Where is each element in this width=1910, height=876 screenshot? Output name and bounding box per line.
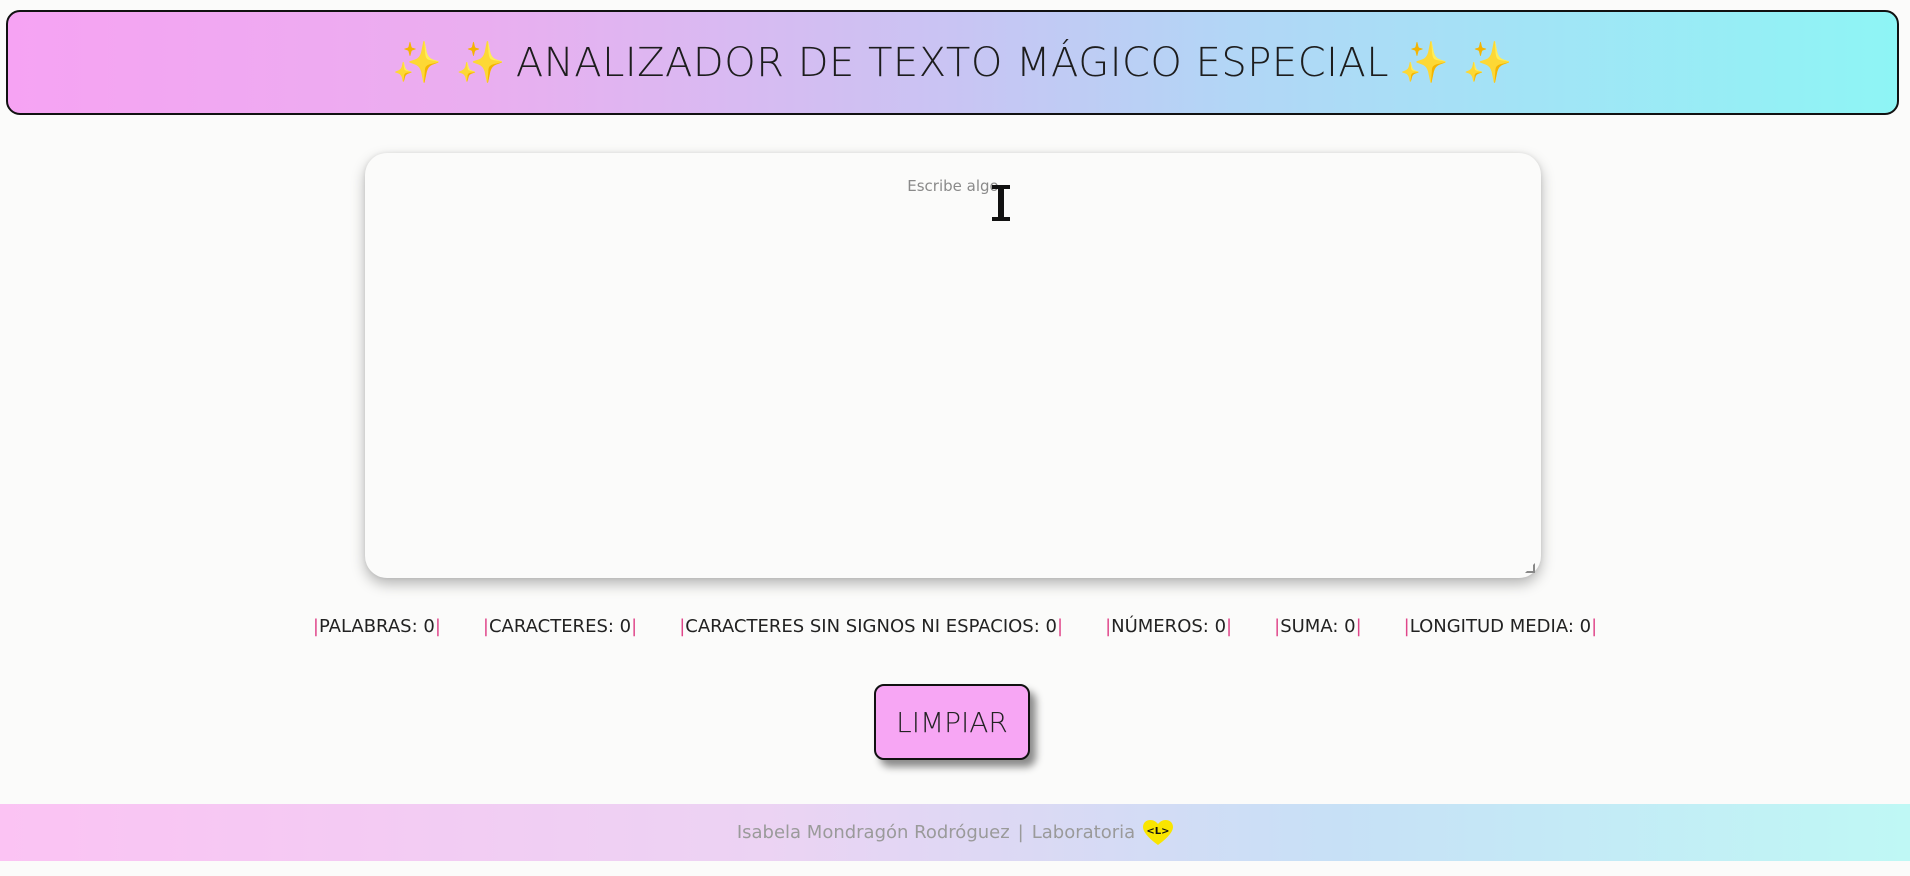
sparkles-left-icon: ✨ ✨: [392, 40, 506, 86]
text-input[interactable]: [365, 153, 1541, 578]
laboratoria-heart-logo-icon: <L>: [1143, 819, 1174, 846]
app-header: ✨ ✨ ANALIZADOR DE TEXTO MÁGICO ESPECIAL …: [6, 10, 1899, 115]
stat-characters: |CARACTERES: 0|: [482, 616, 638, 637]
svg-text:<L>: <L>: [1147, 826, 1170, 837]
page-title: ANALIZADOR DE TEXTO MÁGICO ESPECIAL: [515, 39, 1390, 86]
footer-org: Laboratoria: [1031, 822, 1136, 843]
stat-characters-no-spaces: |CARACTERES SIN SIGNOS NI ESPACIOS: 0|: [679, 616, 1064, 637]
clear-button[interactable]: LIMPIAR: [874, 684, 1030, 760]
footer: Isabela Mondragón Rodróguez | Laboratori…: [0, 804, 1910, 861]
stat-average-length: |LONGITUD MEDIA: 0|: [1403, 616, 1598, 637]
footer-separator: |: [1017, 822, 1024, 843]
stat-words: |PALABRAS: 0|: [312, 616, 441, 637]
stat-sum: |SUMA: 0|: [1274, 616, 1362, 637]
stat-numbers: |NÚMEROS: 0|: [1105, 616, 1233, 637]
text-input-container: [365, 153, 1541, 578]
footer-author: Isabela Mondragón Rodróguez: [736, 822, 1010, 843]
page-title-row: ✨ ✨ ANALIZADOR DE TEXTO MÁGICO ESPECIAL …: [392, 39, 1513, 87]
text-cursor-icon: [992, 185, 1010, 221]
sparkles-right-icon: ✨ ✨: [1399, 40, 1513, 86]
stats-bar: |PALABRAS: 0| |CARACTERES: 0| |CARACTERE…: [0, 616, 1910, 637]
